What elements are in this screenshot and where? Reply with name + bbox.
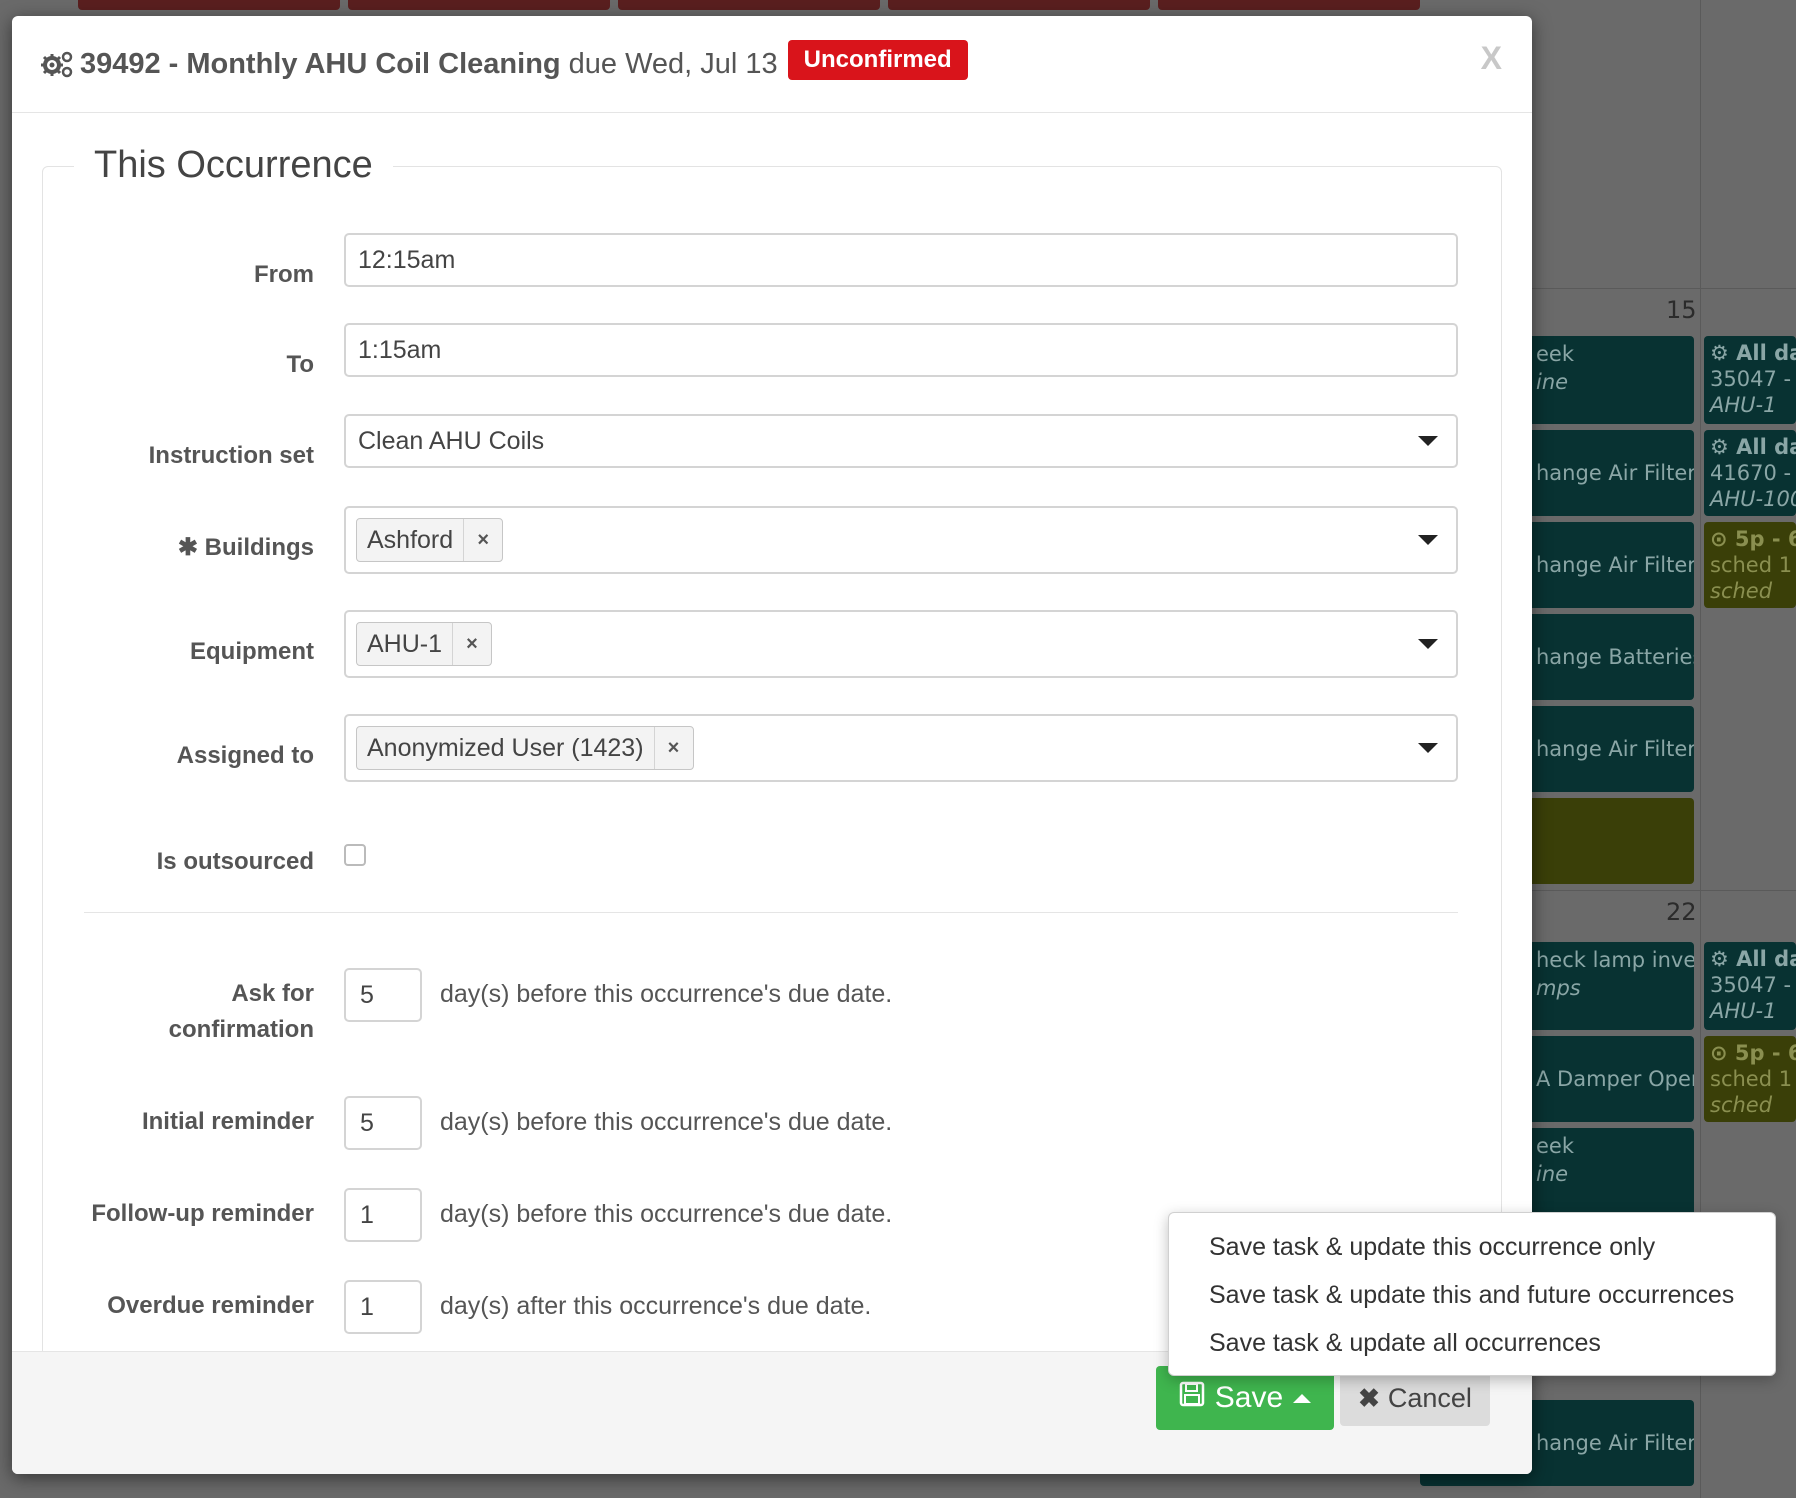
close-button[interactable]: X	[1481, 40, 1502, 77]
assigned-to-multiselect[interactable]: Anonymized User (1423) ×	[344, 714, 1458, 782]
chevron-down-icon	[1418, 535, 1438, 545]
buildings-label-text: Buildings	[204, 534, 314, 561]
calendar-event-strip	[888, 0, 1150, 10]
calendar-event-title: sched 1	[1710, 1067, 1793, 1091]
calendar-event-subtitle: sched	[1710, 579, 1773, 603]
ask-confirmation-label-line1: Ask for	[231, 980, 314, 1007]
gears-icon	[40, 49, 74, 79]
remove-tag-icon[interactable]: ×	[452, 623, 491, 665]
remove-tag-icon[interactable]: ×	[463, 519, 502, 561]
task-name: Monthly AHU Coil Cleaning	[186, 47, 561, 80]
calendar-event-time: ⊙ 5p - 6p	[1710, 527, 1796, 551]
equipment-tag-label: AHU-1	[367, 629, 443, 658]
floppy-disk-icon	[1179, 1381, 1205, 1415]
building-tag: Ashford ×	[356, 518, 504, 562]
calendar-event-strip	[348, 0, 610, 10]
buildings-multiselect[interactable]: Ashford ×	[344, 506, 1458, 574]
building-tag-label: Ashford	[367, 525, 454, 554]
overdue-reminder-days-value: 1	[360, 1292, 374, 1321]
calendar-event-subtitle: AHU-1	[1710, 999, 1777, 1023]
calendar-day-number: 15	[1666, 296, 1697, 324]
modal-header: 39492 - Monthly AHU Coil Cleaning due We…	[12, 16, 1532, 113]
ask-confirmation-days-input[interactable]: 5	[344, 968, 422, 1022]
calendar-event-title: 41670 - C	[1710, 461, 1796, 485]
calendar-event-time: ⚙ All day	[1710, 435, 1796, 459]
section-title: This Occurrence	[74, 144, 393, 187]
follow-up-reminder-suffix: day(s) before this occurrence's due date…	[440, 1200, 893, 1228]
calendar-event-time: ⚙ All day	[1710, 341, 1796, 365]
calendar-event-subtitle: sched	[1710, 1093, 1773, 1117]
ask-confirmation-label-line2: confirmation	[168, 1016, 314, 1043]
remove-tag-icon[interactable]: ×	[653, 727, 693, 769]
to-time-input[interactable]: 1:15am	[344, 323, 1458, 377]
instruction-set-label: Instruction set	[148, 442, 314, 469]
calendar-event[interactable]: ⊙ 5p - 6p sched 1 sched	[1704, 522, 1796, 608]
initial-reminder-days-value: 5	[360, 1108, 374, 1137]
title-separator: -	[168, 47, 179, 80]
section-divider	[84, 912, 1458, 913]
calendar-event[interactable]: ⚙ All day 35047 - C AHU-1	[1704, 336, 1796, 424]
calendar-event-subtitle: AHU-1	[1710, 393, 1777, 417]
calendar-event[interactable]: ⊙ 5p - 6p sched 1 sched	[1704, 1036, 1796, 1122]
calendar-event-title: 35047 - C	[1710, 367, 1796, 391]
calendar-event-time: ⚙ All day	[1710, 947, 1796, 971]
from-label: From	[254, 261, 314, 288]
follow-up-reminder-days-input[interactable]: 1	[344, 1188, 422, 1242]
calendar-event[interactable]: ⚙ All day 41670 - C AHU-100	[1704, 430, 1796, 516]
chevron-down-icon	[1418, 743, 1438, 753]
save-all-occurrences-option[interactable]: Save task & update all occurrences	[1169, 1319, 1775, 1367]
follow-up-reminder-days-value: 1	[360, 1200, 374, 1229]
save-this-occurrence-only-option[interactable]: Save task & update this occurrence only	[1169, 1223, 1775, 1271]
calendar-row-divider	[1530, 890, 1796, 891]
is-outsourced-label: Is outsourced	[156, 848, 314, 875]
buildings-label: ✱ Buildings	[178, 530, 314, 566]
assigned-to-label: Assigned to	[176, 742, 314, 769]
from-time-value: 12:15am	[358, 245, 456, 274]
calendar-event-time: ⊙ 5p - 6p	[1710, 1041, 1796, 1065]
ask-confirmation-label: Ask for confirmation	[169, 976, 314, 1048]
calendar-event-strip	[78, 0, 340, 10]
cancel-button[interactable]: ✖ Cancel	[1340, 1370, 1490, 1426]
chevron-down-icon	[1418, 639, 1438, 649]
save-this-and-future-option[interactable]: Save task & update this and future occur…	[1169, 1271, 1775, 1319]
is-outsourced-checkbox[interactable]	[344, 844, 366, 866]
calendar-event-title: sched 1	[1710, 553, 1793, 577]
overdue-reminder-suffix: day(s) after this occurrence's due date.	[440, 1292, 872, 1320]
required-asterisk-icon: ✱	[177, 534, 198, 561]
initial-reminder-days-input[interactable]: 5	[344, 1096, 422, 1150]
equipment-tag: AHU-1 ×	[356, 622, 493, 666]
to-time-value: 1:15am	[358, 335, 442, 364]
equipment-label: Equipment	[190, 638, 314, 665]
initial-reminder-suffix: day(s) before this occurrence's due date…	[440, 1108, 893, 1136]
calendar-event[interactable]: ⚙ All day 35047 - C AHU-1	[1704, 942, 1796, 1030]
instruction-set-value: Clean AHU Coils	[358, 426, 545, 455]
cancel-button-label: Cancel	[1387, 1382, 1472, 1413]
to-label: To	[286, 351, 314, 378]
initial-reminder-label: Initial reminder	[141, 1108, 314, 1135]
status-badge: Unconfirmed	[787, 40, 968, 80]
equipment-multiselect[interactable]: AHU-1 ×	[344, 610, 1458, 678]
overdue-reminder-label: Overdue reminder	[107, 1292, 314, 1319]
instruction-set-select[interactable]: Clean AHU Coils	[344, 414, 1458, 468]
assignee-tag-label: Anonymized User (1423)	[367, 733, 644, 762]
overdue-reminder-days-input[interactable]: 1	[344, 1280, 422, 1334]
caret-up-icon	[1293, 1393, 1312, 1403]
assignee-tag: Anonymized User (1423) ×	[356, 726, 694, 770]
calendar-event-strip	[1158, 0, 1420, 10]
task-id: 39492	[80, 47, 161, 80]
due-date: due Wed, Jul 13	[568, 47, 778, 80]
ask-confirmation-suffix: day(s) before this occurrence's due date…	[440, 980, 893, 1008]
save-options-menu: Save task & update this occurrence only …	[1168, 1212, 1776, 1376]
close-icon: ✖	[1358, 1382, 1380, 1413]
from-time-input[interactable]: 12:15am	[344, 233, 1458, 287]
calendar-row-divider	[1530, 288, 1796, 289]
calendar-event-title: 35047 - C	[1710, 973, 1796, 997]
calendar-event-strip	[618, 0, 880, 10]
follow-up-reminder-label: Follow-up reminder	[91, 1200, 314, 1227]
chevron-down-icon	[1418, 436, 1438, 446]
calendar-event-subtitle: AHU-100	[1710, 487, 1796, 511]
save-button-label: Save	[1214, 1381, 1284, 1414]
calendar-day-number: 22	[1666, 898, 1697, 926]
ask-confirmation-days-value: 5	[360, 980, 374, 1009]
